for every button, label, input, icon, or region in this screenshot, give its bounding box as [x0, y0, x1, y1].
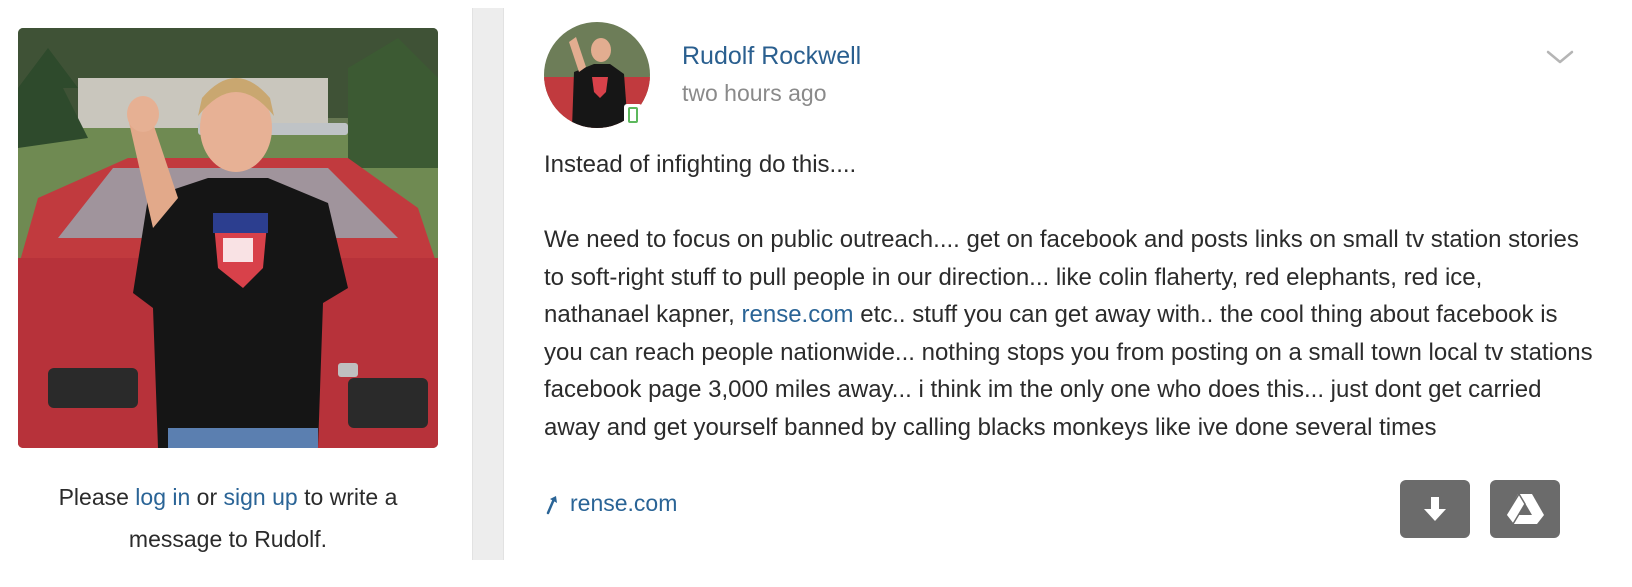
- post-card: Rudolf Rockwell two hours ago Instead of…: [500, 0, 1632, 587]
- inline-link[interactable]: rense.com: [742, 301, 854, 328]
- link-arrow-icon: [546, 495, 557, 514]
- profile-photo[interactable]: [18, 28, 438, 448]
- login-prompt-prefix: Please: [58, 484, 136, 510]
- signup-link[interactable]: sign up: [224, 484, 298, 510]
- login-prompt-middle: or: [190, 484, 224, 510]
- login-prompt-line2: message to Rudolf.: [128, 526, 328, 552]
- sidebar: Please log in or sign up to write a mess…: [0, 0, 470, 587]
- download-icon: [1424, 497, 1446, 521]
- download-button[interactable]: [1400, 480, 1470, 538]
- chevron-down-icon[interactable]: [1544, 44, 1576, 68]
- link-preview-text: rense.com: [570, 490, 678, 516]
- post-body: Instead of infighting do this.... We nee…: [544, 146, 1594, 446]
- post-paragraph-1: Instead of infighting do this....: [544, 151, 857, 178]
- author-name[interactable]: Rudolf Rockwell: [682, 42, 861, 71]
- link-preview[interactable]: rense.com: [544, 490, 677, 517]
- login-prompt-suffix: to write a: [297, 484, 398, 510]
- login-prompt: Please log in or sign up to write a mess…: [18, 476, 438, 560]
- post-paragraph-2: We need to focus on public outreach.... …: [544, 221, 1594, 446]
- mobile-device-icon: [624, 104, 642, 126]
- post-timestamp[interactable]: two hours ago: [682, 80, 826, 107]
- save-to-drive-button[interactable]: [1490, 480, 1560, 538]
- google-drive-icon: [1505, 492, 1544, 526]
- login-link[interactable]: log in: [135, 484, 190, 510]
